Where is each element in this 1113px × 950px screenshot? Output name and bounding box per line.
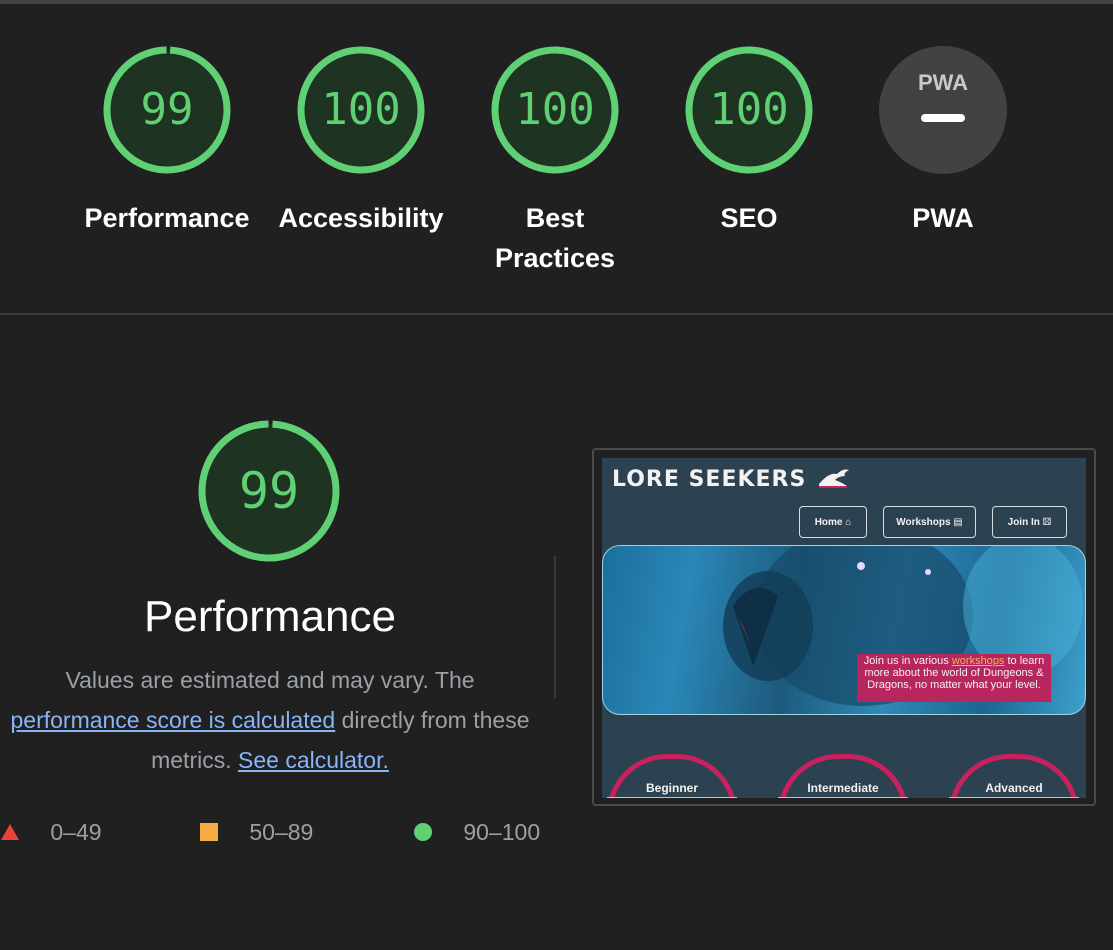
nav-workshops-button[interactable]: Workshops ▤ [883, 506, 976, 538]
hero-banner: Join us in various workshops to learn mo… [602, 545, 1086, 715]
description-text: Values are estimated and may vary. The [65, 667, 475, 693]
hero-caption: Join us in various workshops to learn mo… [857, 654, 1051, 702]
square-icon [200, 823, 218, 841]
legend-range: 0–49 [50, 819, 102, 845]
level-beginner[interactable]: Beginner [607, 754, 737, 798]
screenshot-page: LORE SEEKERS Home ⌂ Workshops ▤ Join In … [602, 458, 1086, 798]
legend-average: 50–89 [199, 816, 313, 848]
category-gauges: 99 Performance 100 Accessibility 100 Bes… [0, 0, 1113, 314]
triangle-icon [1, 824, 19, 840]
gauge-label: Best Practices [494, 203, 616, 273]
gauge-label: PWA [912, 203, 974, 233]
score-calculated-link[interactable]: performance score is calculated [10, 707, 335, 733]
level-label: Advanced [985, 781, 1043, 795]
dragon-logo-icon [819, 469, 849, 488]
level-advanced[interactable]: Advanced [949, 754, 1079, 798]
book-icon: ▤ [953, 517, 963, 528]
performance-score: 99 [238, 462, 300, 520]
performance-title: Performance [144, 592, 396, 641]
pwa-badge-icon: PWA [879, 46, 1007, 174]
gauge-score: 100 [321, 84, 401, 135]
see-calculator-link[interactable]: See calculator. [238, 747, 389, 773]
level-underline [949, 797, 1079, 798]
level-underline [607, 797, 737, 798]
legend-range: 90–100 [463, 819, 541, 845]
hero-workshops-link[interactable]: workshops [952, 655, 1005, 667]
gauge-score: 99 [140, 84, 194, 135]
score-legend: 0–49 50–89 90–100 [0, 816, 560, 848]
site-logo-text: LORE SEEKERS [612, 467, 807, 492]
level-underline [778, 797, 908, 798]
gauge-accessibility[interactable]: 100 Accessibility [271, 44, 451, 238]
section-divider [0, 313, 1113, 315]
nav-home-label: Home [814, 517, 843, 528]
dice-icon: ⚄ [1042, 517, 1052, 528]
level-intermediate[interactable]: Intermediate [778, 754, 908, 798]
gauge-seo[interactable]: 100 SEO [659, 44, 839, 238]
performance-description: Values are estimated and may vary. The p… [0, 660, 540, 780]
gauge-best-practices[interactable]: 100 Best Practices [465, 44, 645, 278]
pwa-dash-icon [921, 114, 965, 122]
nav-home-button[interactable]: Home ⌂ [799, 506, 867, 538]
final-screenshot[interactable]: LORE SEEKERS Home ⌂ Workshops ▤ Join In … [592, 448, 1096, 806]
gauge-score: 100 [709, 84, 789, 135]
legend-pass: 90–100 [413, 816, 540, 848]
gauge-score: 100 [515, 84, 595, 135]
level-label: Intermediate [807, 781, 879, 795]
legend-range: 50–89 [249, 819, 314, 845]
gauge-label: Accessibility [278, 203, 444, 233]
site-logo: LORE SEEKERS [612, 464, 851, 492]
circle-icon [414, 823, 432, 841]
home-icon: ⌂ [845, 517, 852, 528]
level-label: Beginner [645, 781, 698, 795]
gauge-label: SEO [720, 203, 778, 233]
legend-fail: 0–49 [0, 816, 102, 848]
nav-join-label: Join In [1007, 517, 1040, 528]
pwa-badge-text: PWA [918, 70, 968, 95]
gauge-label: Performance [84, 203, 250, 233]
vertical-divider [554, 556, 556, 698]
gauge-performance[interactable]: 99 Performance [77, 44, 257, 238]
nav-workshops-label: Workshops [896, 517, 951, 528]
hero-prefix: Join us in various [863, 655, 949, 667]
gauge-pwa[interactable]: PWA PWA [853, 44, 1033, 238]
nav-join-button[interactable]: Join In ⚄ [992, 506, 1067, 538]
